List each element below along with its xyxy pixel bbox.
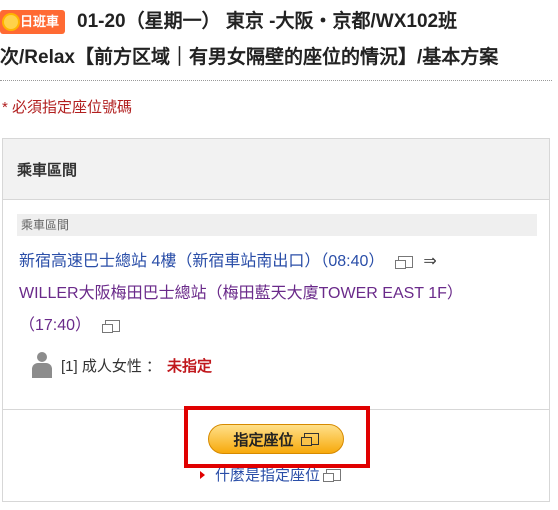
passenger-label: [1] 成人女性 ： (61, 357, 162, 375)
departure-stop-text: 新宿高速巴士總站 4樓（新宿車站南出口）（08:40） (19, 253, 385, 270)
new-window-icon (323, 468, 342, 482)
arrival-stop-text: WILLER大阪梅田巴士總站（梅田藍天大廈TOWER EAST 1F） (19, 285, 463, 302)
highlight-box (184, 406, 370, 468)
triangle-bullet-icon (200, 470, 205, 479)
passenger-row: [1] 成人女性 ： 未指定 (31, 351, 212, 379)
route-arrow: ⇒ (423, 253, 437, 270)
arrival-time-link[interactable]: （17:40） (19, 311, 121, 335)
required-seat-note: * 必須指定座位號碼 (2, 99, 133, 116)
header-divider (0, 80, 552, 81)
arrival-stop-link[interactable]: WILLER大阪梅田巴士總站（梅田藍天大廈TOWER EAST 1F） (19, 279, 463, 303)
person-icon (31, 351, 53, 379)
arrival-time-text: （17:40） (19, 317, 92, 334)
trip-title-text-1: 01-20（星期一） 東京 -大阪・京都/WX102班 (77, 11, 458, 32)
section-sub-label: 乘車區間 (17, 214, 537, 236)
new-window-icon[interactable] (102, 319, 121, 333)
day-bus-label: 日班車 (20, 14, 60, 29)
panel-title: 乘車區間 (3, 139, 549, 200)
trip-title-line-2: 次/Relax【前方区域｜有男女隔壁的座位的情況】/基本方案 (0, 47, 499, 68)
day-bus-badge: 日班車 (0, 10, 66, 34)
sun-icon (4, 15, 18, 29)
trip-title-line-1: 日班車 01-20（星期一） 東京 -大阪・京都/WX102班 (0, 4, 457, 40)
departure-stop-link[interactable]: 新宿高速巴士總站 4樓（新宿車站南出口）（08:40） ⇒ (19, 247, 437, 271)
new-window-icon[interactable] (395, 255, 414, 269)
seat-status: 未指定 (167, 357, 213, 375)
